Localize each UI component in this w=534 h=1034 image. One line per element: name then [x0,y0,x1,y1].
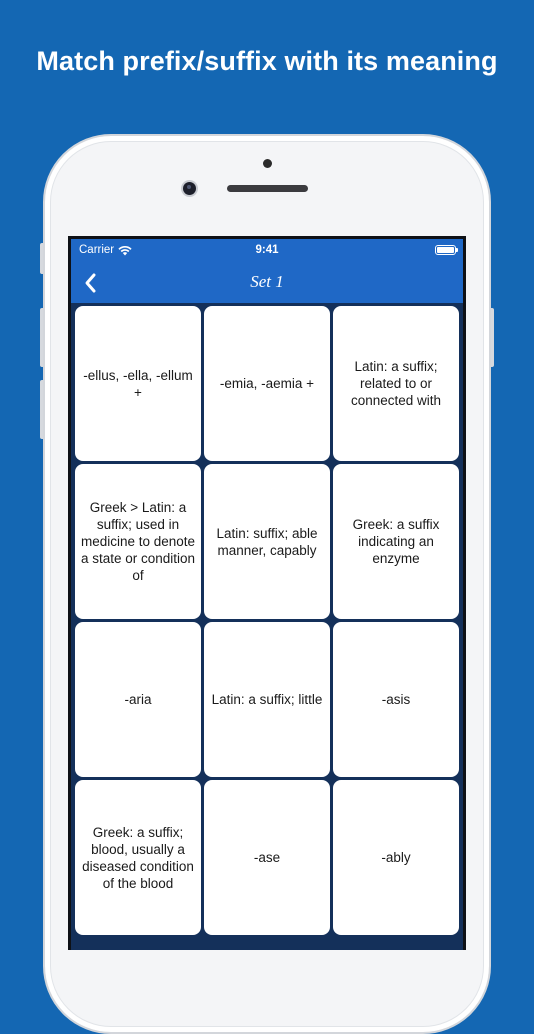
phone-screen: Carrier 9:41 Set 1 -ellus, -ella, -ellum… [68,236,466,950]
status-bar: Carrier 9:41 [71,239,463,263]
card-text: Latin: suffix; able manner, capably [216,525,318,558]
match-card[interactable]: Greek > Latin: a suffix; used in medicin… [75,464,201,619]
card-text: -asis [381,692,411,707]
match-card[interactable]: -aria [75,622,201,777]
match-card[interactable]: Greek: a suffix; blood, usually a diseas… [75,780,201,935]
card-text: Greek: a suffix; blood, usually a diseas… [82,824,194,891]
match-card[interactable]: -ably [333,780,459,935]
card-grid: -ellus, -ella, -ellum + -emia, -aemia + … [75,306,462,935]
navigation-bar: Set 1 [71,263,463,303]
headline: Match prefix/suffix with its meaning [36,46,498,76]
battery-icon [435,245,458,255]
match-card[interactable]: -asis [333,622,459,777]
card-text: Greek > Latin: a suffix; used in medicin… [80,500,196,583]
match-card[interactable]: Latin: a suffix; related to or connected… [333,306,459,461]
match-card[interactable]: -ase [204,780,330,935]
match-card[interactable]: -ellus, -ella, -ellum + [75,306,201,461]
match-card[interactable]: -emia, -aemia + [204,306,330,461]
earpiece-speaker [227,185,308,192]
card-text: -emia, -aemia + [219,376,315,391]
card-text: -ase [253,850,281,865]
card-text: Latin: a suffix; related to or connected… [350,359,442,408]
card-text: Latin: a suffix; little [211,692,323,707]
match-card[interactable]: Latin: a suffix; little [204,622,330,777]
card-text: -ellus, -ella, -ellum + [83,367,193,400]
card-text: -aria [124,692,152,707]
match-card[interactable]: Greek: a suffix indicating an enzyme [333,464,459,619]
card-text: -ably [381,850,411,865]
nav-title: Set 1 [250,272,284,291]
status-time: 9:41 [255,244,279,256]
card-text: Greek: a suffix indicating an enzyme [352,517,440,566]
match-card[interactable]: Latin: suffix; able manner, capably [204,464,330,619]
proximity-sensor [263,159,272,168]
front-camera [183,182,196,195]
